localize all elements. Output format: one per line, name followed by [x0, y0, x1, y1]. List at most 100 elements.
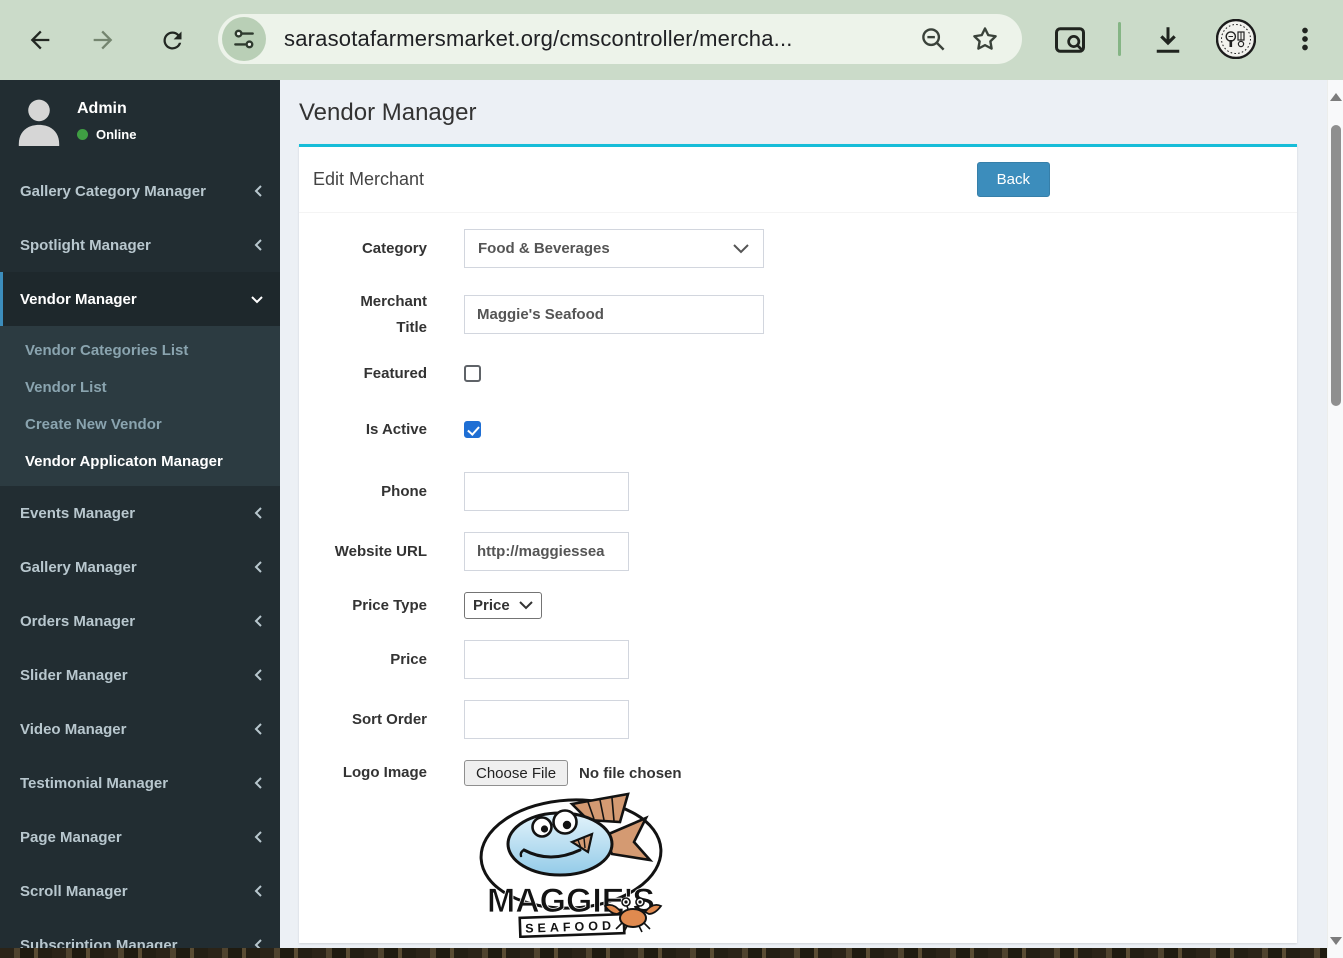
chevron-left-icon	[252, 560, 264, 574]
sidebar-subitem-vendor-applicaton-manager[interactable]: Vendor Applicaton Manager	[0, 443, 280, 480]
price-row: Price	[313, 640, 1297, 679]
file-status-text: No file chosen	[579, 764, 682, 782]
browser-toolbar: sarasotafarmersmarket.org/cmscontroller/…	[0, 0, 1343, 80]
choose-file-button[interactable]: Choose File	[464, 760, 569, 786]
chevron-left-icon	[252, 184, 264, 198]
sidebar-item-video-manager[interactable]: Video Manager	[0, 702, 280, 756]
site-settings-button[interactable]	[222, 17, 266, 61]
chevron-left-icon	[252, 938, 264, 948]
user-panel: Admin Online	[0, 80, 280, 156]
back-button-panel[interactable]: Back	[976, 162, 1050, 197]
vendor-manager-submenu: Vendor Categories List Vendor List Creat…	[0, 326, 280, 486]
chevron-down-icon	[250, 293, 264, 305]
is-active-label: Is Active	[365, 420, 427, 438]
profile-emblem-icon	[1215, 18, 1257, 60]
scroll-up-button[interactable]	[1330, 93, 1342, 101]
sidebar-item-page-manager[interactable]: Page Manager	[0, 810, 280, 864]
sidebar-item-spotlight-manager[interactable]: Spotlight Manager	[0, 218, 280, 272]
user-avatar-icon	[18, 99, 60, 146]
bookmark-star-icon[interactable]	[970, 24, 1000, 54]
website-url-input[interactable]	[464, 532, 629, 571]
featured-label: Featured	[363, 365, 427, 382]
main-content: Vendor Manager Edit Merchant Back Catego…	[280, 80, 1327, 948]
chevron-left-icon	[252, 830, 264, 844]
sidebar-item-slider-manager[interactable]: Slider Manager	[0, 648, 280, 702]
is-active-row: Is Active	[313, 417, 1297, 443]
address-url: sarasotafarmersmarket.org/cmscontroller/…	[284, 26, 793, 51]
featured-row: Featured	[313, 361, 1297, 387]
panel-title: Edit Merchant	[313, 169, 425, 189]
sidebar-item-testimonial-manager[interactable]: Testimonial Manager	[0, 756, 280, 810]
sidebar-item-vendor-manager[interactable]: Vendor Manager	[0, 272, 280, 326]
sidebar-item-orders-manager[interactable]: Orders Manager	[0, 594, 280, 648]
phone-input[interactable]	[464, 472, 629, 511]
scrollbar-thumb[interactable]	[1331, 125, 1341, 406]
reload-button[interactable]	[152, 20, 192, 60]
merchant-logo-preview: MAGGIE'S SEAFOOD	[476, 790, 1297, 943]
price-input[interactable]	[464, 640, 629, 679]
back-arrow-icon	[30, 30, 50, 50]
chevron-left-icon	[252, 722, 264, 736]
chevron-left-icon	[252, 238, 264, 252]
reload-icon	[162, 30, 181, 49]
kebab-menu-icon	[1302, 27, 1308, 51]
price-type-select[interactable]: Price	[464, 592, 542, 619]
chevron-left-icon	[252, 776, 264, 790]
sidebar: Admin Online Gallery Category Manager Sp…	[0, 80, 280, 948]
menu-button[interactable]	[1288, 22, 1322, 61]
merchant-title-row: Merchant Title	[313, 289, 1297, 340]
profile-avatar[interactable]	[1215, 18, 1257, 60]
edit-merchant-form: Category Food & Beverages Merchant Title…	[299, 213, 1297, 943]
maggies-seafood-logo: MAGGIE'S SEAFOOD	[479, 792, 663, 939]
category-selected-value: Food & Beverages	[478, 240, 610, 257]
sidebar-item-events-manager[interactable]: Events Manager	[0, 486, 280, 540]
forward-button[interactable]	[83, 20, 123, 60]
chevron-down-icon	[733, 244, 749, 254]
sort-order-input[interactable]	[464, 700, 629, 739]
sidebar-subitem-vendor-categories-list[interactable]: Vendor Categories List	[0, 332, 280, 369]
desktop-background-strip	[0, 948, 1327, 958]
phone-row: Phone	[313, 472, 1297, 511]
chevron-left-icon	[252, 506, 264, 520]
edit-merchant-panel: Edit Merchant Back Category Food & Bever…	[299, 144, 1297, 943]
sidebar-item-gallery-manager[interactable]: Gallery Manager	[0, 540, 280, 594]
toolbar-divider	[1118, 22, 1121, 56]
tab-search-button[interactable]	[1052, 22, 1088, 63]
tab-search-icon	[1055, 27, 1085, 53]
sidebar-subitem-vendor-list[interactable]: Vendor List	[0, 369, 280, 406]
chevron-down-icon	[518, 601, 533, 610]
website-url-label: Website URL	[334, 542, 427, 560]
panel-header: Edit Merchant Back	[299, 147, 1297, 213]
sidebar-item-gallery-category-manager[interactable]: Gallery Category Manager	[0, 164, 280, 218]
page-title: Vendor Manager	[299, 99, 477, 126]
user-name: Admin	[77, 100, 127, 117]
sort-order-row: Sort Order	[313, 700, 1297, 739]
is-active-checkbox[interactable]	[464, 420, 481, 438]
category-label: Category	[361, 239, 427, 257]
sidebar-item-scroll-manager[interactable]: Scroll Manager	[0, 864, 280, 918]
price-type-selected-value: Price	[473, 597, 510, 614]
sidebar-item-subscription-manager[interactable]: Subscription Manager	[0, 918, 280, 948]
sidebar-menu: Gallery Category Manager Spotlight Manag…	[0, 164, 280, 948]
tune-icon	[234, 29, 254, 49]
price-label: Price	[390, 650, 427, 668]
back-button[interactable]	[20, 20, 60, 60]
category-row: Category Food & Beverages	[313, 229, 1297, 268]
price-type-row: Price Type Price	[313, 592, 1297, 619]
zoom-icon[interactable]	[918, 24, 948, 54]
address-bar[interactable]: sarasotafarmersmarket.org/cmscontroller/…	[218, 14, 1022, 64]
online-status-icon	[77, 129, 88, 140]
scroll-down-button[interactable]	[1330, 937, 1342, 945]
sidebar-subitem-create-new-vendor[interactable]: Create New Vendor	[0, 406, 280, 443]
featured-checkbox[interactable]	[464, 365, 481, 383]
forward-arrow-icon	[93, 30, 113, 50]
category-select[interactable]: Food & Beverages	[464, 229, 764, 268]
chevron-left-icon	[252, 614, 264, 628]
price-type-label: Price Type	[352, 596, 427, 614]
logo-image-label: Logo Image	[342, 764, 427, 782]
download-icon	[1156, 27, 1180, 53]
download-button[interactable]	[1150, 22, 1186, 63]
page-scrollbar	[1327, 80, 1343, 958]
chevron-left-icon	[252, 668, 264, 682]
merchant-title-input[interactable]	[464, 295, 764, 334]
